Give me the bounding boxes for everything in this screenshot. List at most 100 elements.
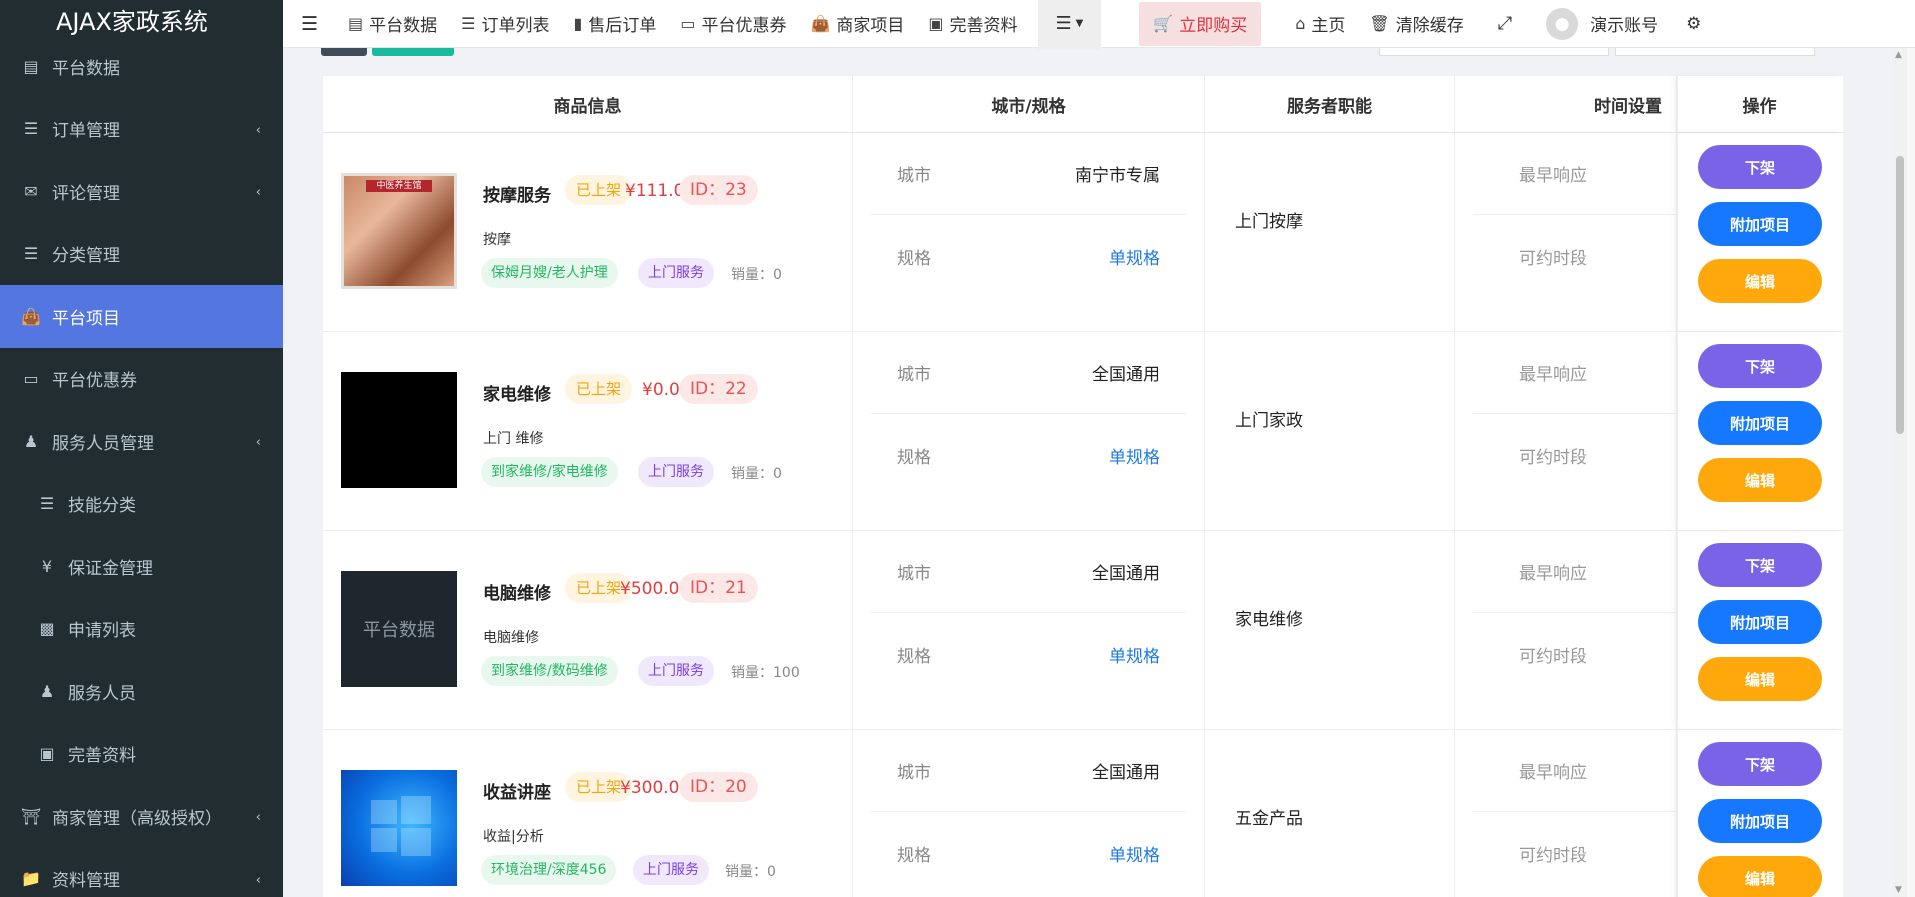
table-row: 收益讲座 已上架 ¥300.00 ID：20 收益|分析 环境治理/深度456 上门服务 销量… — [323, 730, 1843, 897]
edit-button[interactable]: 编辑 — [1698, 856, 1822, 897]
sidebar-item[interactable]: ¥ 保证金管理 — [0, 535, 283, 598]
sidebar-item[interactable]: 👜 平台项目 — [0, 285, 283, 348]
product-id-badge: ID：23 — [679, 175, 758, 205]
home-link[interactable]: ⌂ 主页 — [1283, 0, 1357, 48]
city-row: 城市 全国通用 — [871, 730, 1186, 812]
product-image[interactable]: 平台数据 — [341, 571, 457, 687]
page-scrollbar[interactable] — [1907, 0, 1915, 897]
header-goods[interactable]: 商品信息 — [323, 76, 853, 132]
top-nav-label: 订单列表 — [481, 16, 550, 36]
product-title[interactable]: 电脑维修 — [483, 579, 551, 604]
edit-button[interactable]: 编辑 — [1698, 259, 1822, 303]
buy-now-button[interactable]: 🛒 立即购买 — [1139, 1, 1262, 46]
scroll-up-arrow-icon[interactable]: ▲ — [1895, 50, 1902, 60]
spec-link[interactable]: 单规格 — [1109, 244, 1160, 269]
time-cell: 最早响应 可约时段 — [1455, 332, 1677, 530]
chevron-left-icon: ‹ — [255, 810, 261, 825]
users-icon: ♟ — [23, 431, 39, 451]
op-cell: 下架 附加项目 编辑 — [1677, 730, 1841, 897]
sidebar-item-label: 服务人员 — [68, 683, 136, 704]
menu-dropdown-button[interactable]: ☰ ▼ — [1037, 0, 1102, 50]
sidebar-toggle-button[interactable]: ☰ — [283, 0, 336, 48]
unlist-button[interactable]: 下架 — [1698, 742, 1822, 786]
addon-items-button[interactable]: 附加项目 — [1698, 799, 1822, 843]
search-input[interactable] — [1379, 48, 1609, 56]
sidebar-item[interactable]: ♟ 服务人员管理 ‹ — [0, 410, 283, 473]
unlist-button[interactable]: 下架 — [1698, 344, 1822, 388]
fullscreen-button[interactable]: ⤢ — [1476, 0, 1534, 48]
toolbar-refresh-button[interactable] — [321, 48, 367, 56]
product-subtitle: 电脑维修 — [483, 630, 539, 646]
spec-link[interactable]: 单规格 — [1109, 841, 1160, 866]
spec-row: 规格 单规格 — [871, 414, 1186, 496]
city-value: 南宁市专属 — [1075, 166, 1160, 186]
city-spec-cell: 城市 全国通用 规格 单规格 — [853, 531, 1205, 729]
expand-icon: ⤢ — [1497, 13, 1513, 34]
sidebar-item[interactable]: ▣ 完善资料 — [0, 723, 283, 786]
scrollbar-thumb[interactable] — [1896, 156, 1904, 434]
unlist-button[interactable]: 下架 — [1698, 145, 1822, 189]
edit-button[interactable]: 编辑 — [1698, 458, 1822, 502]
table-row: 家电维修 已上架 ¥0.00 ID：22 上门 维修 到家维修/家电维修 上门服务 销量：0 城… — [323, 332, 1843, 531]
header-role[interactable]: 服务者职能 — [1205, 76, 1455, 132]
account-menu[interactable]: ● 演示账号 — [1534, 0, 1670, 48]
spec-link[interactable]: 单规格 — [1109, 443, 1160, 468]
product-subtitle: 收益|分析 — [483, 829, 544, 845]
home-label: 主页 — [1311, 16, 1346, 36]
product-title[interactable]: 按摩服务 — [483, 181, 551, 206]
edit-button[interactable]: 编辑 — [1698, 657, 1822, 701]
vertical-scrollbar[interactable]: ▲ ▼ — [1893, 48, 1907, 897]
time-cell: 最早响应 可约时段 — [1455, 730, 1677, 897]
top-nav-link[interactable]: ▤ 平台数据 — [336, 0, 449, 48]
spec-link[interactable]: 单规格 — [1109, 642, 1160, 667]
sidebar-item[interactable]: ▭ 平台优惠券 — [0, 348, 283, 411]
product-image[interactable] — [341, 372, 457, 488]
addon-items-button[interactable]: 附加项目 — [1698, 401, 1822, 445]
top-nav-link[interactable]: ☰ 订单列表 — [449, 0, 561, 48]
sidebar-item[interactable]: ⛩ 商家管理（高级授权） ‹ — [0, 785, 283, 848]
unlist-button[interactable]: 下架 — [1698, 543, 1822, 587]
toolbar-add-button[interactable] — [372, 48, 454, 56]
header-time[interactable]: 时间设置 — [1455, 76, 1677, 132]
sidebar-item-label: 完善资料 — [68, 746, 136, 767]
home-icon: ⌂ — [1295, 14, 1306, 33]
clear-cache-link[interactable]: 🗑 清除缓存 — [1357, 0, 1475, 48]
top-nav-link[interactable]: ▭ 平台优惠券 — [668, 0, 798, 48]
product-image[interactable]: 中医养生馆 — [341, 173, 457, 289]
city-spec-cell: 城市 南宁市专属 规格 单规格 — [853, 133, 1205, 331]
addon-items-button[interactable]: 附加项目 — [1698, 600, 1822, 644]
city-row: 城市 全国通用 — [871, 332, 1186, 414]
brand-logo[interactable]: AJAX家政系统 — [0, 0, 283, 48]
sidebar-item-label: 保证金管理 — [68, 558, 153, 579]
settings-button[interactable]: ⚙ — [1670, 0, 1717, 48]
sidebar-item[interactable]: ♟ 服务人员 — [0, 660, 283, 723]
product-image[interactable] — [341, 770, 457, 886]
toolbar-button-group[interactable] — [1615, 48, 1815, 56]
top-nav-link[interactable]: ▣ 完善资料 — [916, 0, 1029, 48]
top-nav-link[interactable]: 👜 商家项目 — [798, 0, 916, 48]
sidebar-item[interactable]: 📁 资料管理 ‹ — [0, 848, 283, 897]
sidebar-item-label: 商家管理（高级授权） — [52, 808, 222, 829]
sidebar-item[interactable]: ▩ 申请列表 — [0, 598, 283, 661]
addon-items-button[interactable]: 附加项目 — [1698, 202, 1822, 246]
spec-row: 规格 单规格 — [871, 812, 1186, 894]
chevron-left-icon: ‹ — [255, 872, 261, 888]
sidebar-item[interactable]: ✉ 评论管理 ‹ — [0, 160, 283, 223]
top-nav-link[interactable]: ▮ 售后订单 — [562, 0, 669, 48]
top-nav-label: 平台优惠券 — [701, 16, 787, 36]
sidebar-item[interactable]: ☰ 技能分类 — [0, 473, 283, 536]
product-title[interactable]: 家电维修 — [483, 380, 551, 405]
sidebar-item-label: 资料管理 — [52, 871, 120, 892]
product-title[interactable]: 收益讲座 — [483, 778, 551, 803]
chevron-left-icon: ‹ — [255, 185, 261, 200]
sidebar-item[interactable]: ☰ 分类管理 — [0, 223, 283, 286]
shopping-bag-icon: 👜 — [21, 306, 41, 326]
top-nav-label: 平台数据 — [369, 16, 438, 36]
header-city[interactable]: 城市/规格 — [853, 76, 1205, 132]
clear-cache-label: 清除缓存 — [1395, 16, 1464, 36]
spec-label: 规格 — [897, 447, 931, 468]
city-value: 全国通用 — [1092, 564, 1160, 584]
scroll-down-arrow-icon[interactable]: ▼ — [1895, 885, 1902, 895]
sidebar-item[interactable]: ☰ 订单管理 ‹ — [0, 98, 283, 161]
product-id-badge: ID：22 — [679, 374, 758, 404]
